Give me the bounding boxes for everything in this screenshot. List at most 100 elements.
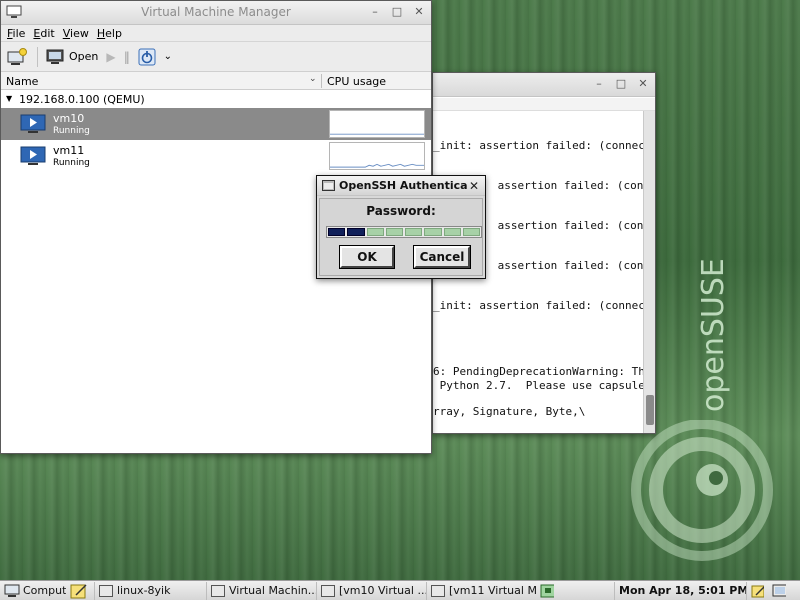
cpu-usage-graph [329,110,425,138]
vm-row-vm11[interactable]: vm11 Running [1,140,431,172]
terminal-line: rray, Signature, Byte,\ [433,405,586,418]
brand-logo-text: openSUSE [696,258,731,412]
terminal-line: Python 2.7. Please use capsule o [433,379,643,392]
terminal-line: assertion failed: (connecti [497,259,643,272]
menu-help[interactable]: Help [95,25,128,41]
host-label: 192.168.0.100 (QEMU) [19,93,145,106]
new-vm-icon [7,47,27,65]
password-segment [443,228,461,236]
password-entry-indicator[interactable] [326,226,482,238]
monitor-icon [211,584,225,597]
network-icon [540,584,554,597]
notification-tray[interactable] [746,581,768,600]
show-desktop-icon [772,584,786,596]
password-segment [405,228,423,236]
play-icon: ▶ [106,49,116,64]
taskbar-item-vm10[interactable]: [vm10 Virtual ... [316,581,426,600]
computer-icon [4,584,20,597]
taskbar-item-terminal[interactable]: linux-8yik [94,581,206,600]
toolbar-separator [37,46,38,67]
notes-launcher[interactable] [66,582,94,600]
power-icon [138,48,156,65]
show-desktop-button[interactable] [768,582,790,600]
task-label: linux-8yik [117,584,171,597]
terminal-line: _init: assertion failed: (connecti [433,299,643,312]
terminal-titlebar[interactable]: – □ ✕ [433,73,655,97]
column-divider [321,74,322,88]
close-icon[interactable]: ✕ [469,179,479,193]
notes-tray-icon [751,585,764,597]
column-cpu-usage[interactable]: CPU usage [327,75,386,88]
dialog-body: Password: OK Cancel [319,198,483,276]
run-button[interactable]: ▶ [106,46,115,68]
vm-running-icon [20,114,46,133]
task-label: [vm10 Virtual ... [339,584,426,597]
computer-label: Computer [23,584,66,597]
cancel-button[interactable]: Cancel [413,245,471,269]
console-icon [431,584,445,597]
maximize-icon[interactable]: □ [391,6,403,18]
taskbar-item-vm11[interactable]: [vm11 Virtual M... [426,581,536,600]
shutdown-button[interactable] [138,46,156,68]
notepad-icon [70,583,87,598]
vm-row-vm10[interactable]: vm10 Running [1,108,431,140]
close-icon[interactable]: ✕ [637,78,649,90]
chameleon-logo-icon [631,420,773,561]
pause-button[interactable]: ‖ [124,46,130,68]
window-icon [322,180,335,191]
vm-state: Running [53,158,90,168]
shutdown-menu-button[interactable]: ⌄ [164,46,172,68]
expander-icon[interactable]: ▼ [6,94,12,103]
clock[interactable]: Mon Apr 18, 5:01 PM [614,581,746,600]
menubar: File Edit View Help [1,25,431,42]
vm-name: vm10 [53,112,85,125]
task-label: Virtual Machin... [229,584,316,597]
menu-view[interactable]: View [61,25,95,41]
column-name[interactable]: Name [6,75,38,88]
terminal-icon [99,584,113,597]
password-segment [385,228,403,236]
vmm-titlebar[interactable]: Virtual Machine Manager – □ ✕ [1,1,431,25]
scrollbar-thumb[interactable] [646,395,654,425]
vm-name: vm11 [53,144,85,157]
terminal-line: assertion failed: (connecti [497,179,643,192]
pause-icon: ‖ [123,49,130,64]
password-prompt: Password: [366,204,436,218]
vm-running-icon [20,146,46,165]
chevron-down-icon: ⌄ [163,51,173,62]
terminal-line: 6: PendingDeprecationWarning: The [433,365,643,378]
minimize-icon[interactable]: – [593,78,605,90]
password-segment [366,228,384,236]
ssh-auth-dialog[interactable]: OpenSSH Authentication ✕ Password: OK Ca… [316,175,486,279]
taskbar-item-vmm[interactable]: Virtual Machin... [206,581,316,600]
taskbar: Computer linux-8yik Virtual Machin... [v… [0,580,800,600]
console-icon [321,584,335,597]
console-icon [46,49,64,64]
cpu-usage-graph [329,142,425,170]
task-label: [vm11 Virtual M... [449,584,536,597]
taskbar-spacer [558,582,614,600]
column-header: Name ⌄ CPU usage [1,72,431,90]
minimize-icon[interactable]: – [369,6,381,18]
terminal-scrollbar[interactable] [643,111,655,433]
terminal-tabbar [433,98,655,111]
host-row[interactable]: ▼ 192.168.0.100 (QEMU) [1,90,431,108]
menu-edit[interactable]: Edit [31,25,60,41]
window-title: Virtual Machine Manager [141,5,291,19]
network-status[interactable] [536,582,558,600]
password-segment [328,228,346,236]
dialog-titlebar[interactable]: OpenSSH Authentication ✕ [317,176,485,196]
chevron-down-icon[interactable]: ⌄ [309,74,317,84]
close-icon[interactable]: ✕ [413,6,425,18]
password-segment [462,228,480,236]
ok-button[interactable]: OK [339,245,395,269]
computer-menu-button[interactable]: Computer [0,582,66,600]
terminal-line: assertion failed: (connecti [497,219,643,232]
menu-file[interactable]: File [5,25,31,41]
new-vm-button[interactable] [7,46,27,68]
terminal-line: _init: assertion failed: (connecti [433,139,643,152]
open-button[interactable]: Open [46,46,98,68]
clock-label: Mon Apr 18, 5:01 PM [619,584,746,597]
password-segment [424,228,442,236]
maximize-icon[interactable]: □ [615,78,627,90]
